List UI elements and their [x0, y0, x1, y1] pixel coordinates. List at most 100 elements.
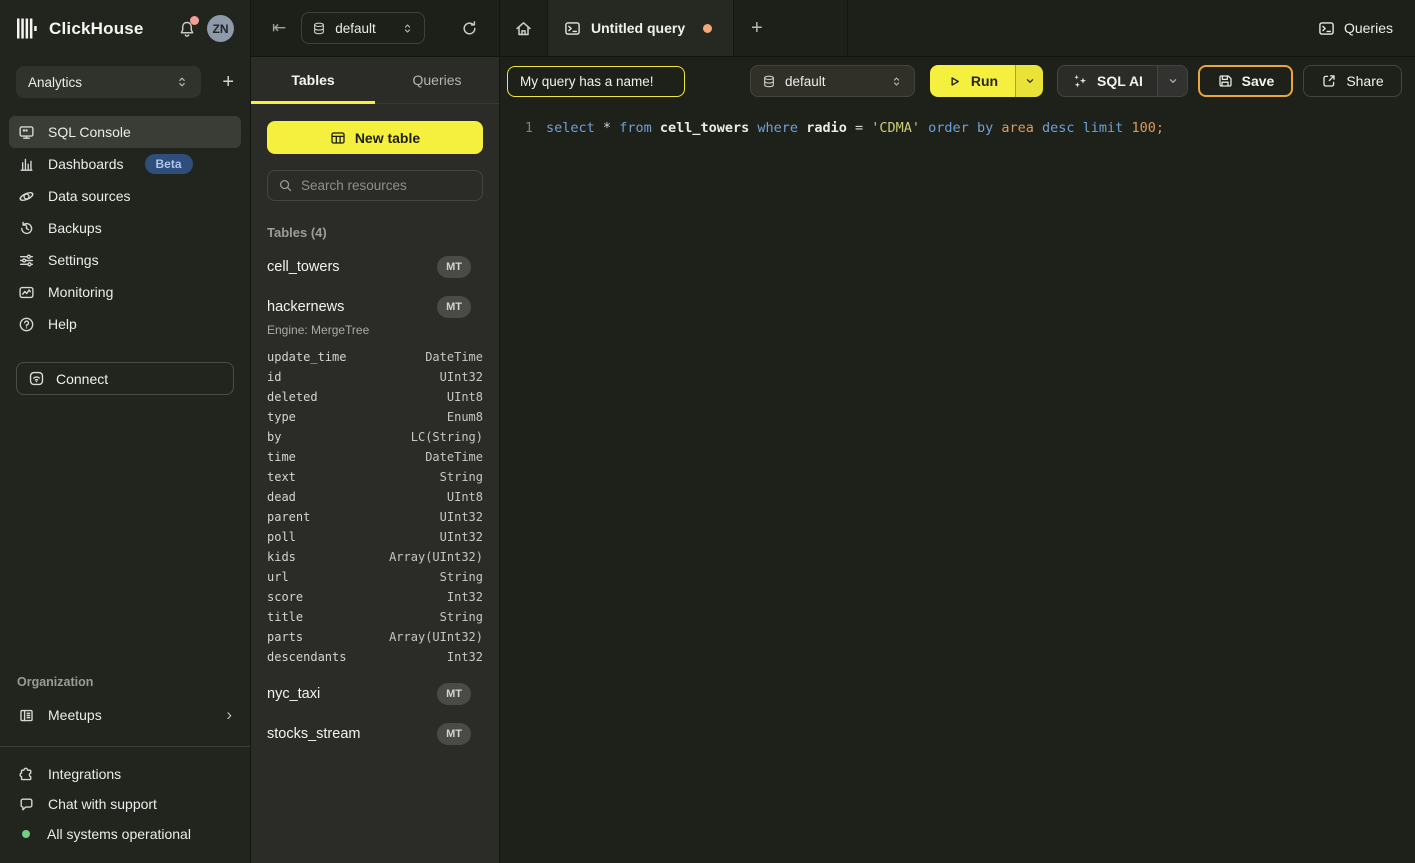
run-options-button[interactable] — [1015, 65, 1043, 97]
engine-badge: MT — [437, 683, 471, 705]
column-name: dead — [267, 490, 296, 504]
sidebar-item-label: Data sources — [48, 188, 130, 204]
table-row-cell-towers[interactable]: cell_towersMT — [267, 253, 483, 280]
table-row-nyc-taxi[interactable]: nyc_taxiMT — [267, 680, 483, 707]
footer-item-integrations[interactable]: Integrations — [9, 759, 241, 789]
column-row: byLC(String) — [267, 427, 483, 447]
tab-queries[interactable]: Queries — [375, 57, 499, 103]
terminal-icon — [1318, 20, 1335, 37]
code-line: select * from cell_towers where radio = … — [546, 120, 1164, 863]
column-row: parentUInt32 — [267, 507, 483, 527]
toolbar-database-value: default — [785, 74, 826, 89]
tab-tables[interactable]: Tables — [251, 57, 375, 103]
toolbar-right-group: default Run — [750, 65, 1402, 97]
main-topbar: Untitled query + Queries — [500, 0, 1415, 57]
sql-console-icon — [18, 124, 35, 141]
sql-ai-options-button[interactable] — [1157, 66, 1187, 96]
sidebar-item-sql-console[interactable]: SQL Console — [9, 116, 241, 148]
table-name: cell_towers — [267, 259, 340, 275]
org-item-label: Meetups — [48, 707, 102, 723]
column-type: UInt8 — [447, 490, 483, 504]
column-row: timeDateTime — [267, 447, 483, 467]
notifications-bell-button[interactable] — [176, 18, 198, 40]
sidebar-item-label: Monitoring — [48, 284, 113, 300]
column-name: kids — [267, 550, 296, 564]
code-token: cell_towers — [660, 120, 749, 136]
sidebar-item-monitoring[interactable]: Monitoring — [9, 276, 241, 308]
table-row-stocks-stream[interactable]: stocks_streamMT — [267, 720, 483, 747]
sidebar-item-label: SQL Console — [48, 124, 131, 140]
plus-icon: + — [751, 18, 763, 38]
query-name-input[interactable] — [507, 66, 685, 97]
save-icon — [1217, 73, 1233, 89]
column-name: deleted — [267, 390, 318, 404]
database-icon — [762, 74, 776, 89]
sidebar-item-dashboards[interactable]: DashboardsBeta — [9, 148, 241, 180]
footer-nav: Integrations Chat with supportAll systems… — [9, 759, 241, 849]
connect-button[interactable]: Connect — [16, 362, 234, 395]
code-token: 'CDMA' — [871, 120, 920, 136]
column-name: time — [267, 450, 296, 464]
chevron-updown-icon — [890, 74, 903, 89]
column-type: Int32 — [447, 650, 483, 664]
share-icon — [1321, 73, 1337, 89]
organization-section: Organization Meetups› IntegrationsChat w… — [0, 675, 250, 863]
code-token: order — [928, 120, 969, 136]
dashboards-icon — [18, 156, 35, 173]
table-row-hackernews[interactable]: hackernewsMT — [267, 293, 483, 320]
column-row: pollUInt32 — [267, 527, 483, 547]
save-button[interactable]: Save — [1198, 65, 1293, 97]
code-token: radio — [806, 120, 847, 136]
footer-item-label: Integrations — [48, 766, 121, 782]
settings-icon — [18, 252, 35, 269]
code-token: by — [977, 120, 993, 136]
help-icon — [18, 316, 35, 333]
run-button[interactable]: Run — [930, 65, 1015, 97]
column-row: kids Array(UInt32) — [267, 547, 483, 567]
search-resources-input[interactable] — [301, 178, 472, 193]
column-type: Array(UInt32) — [389, 550, 483, 564]
sidebar-item-label: Settings — [48, 252, 99, 268]
workspace-select[interactable]: Analytics — [16, 66, 201, 98]
sidebar-item-label: Backups — [48, 220, 102, 236]
query-tab[interactable]: Untitled query — [548, 0, 734, 56]
column-type: DateTime — [425, 350, 483, 364]
home-button[interactable] — [500, 0, 548, 56]
code-token: desc — [1042, 120, 1075, 136]
sidebar-item-data-sources[interactable]: Data sources — [9, 180, 241, 212]
queries-button[interactable]: Queries — [1318, 0, 1393, 56]
integrations-icon — [18, 766, 35, 783]
sidebar-item-label: Help — [48, 316, 77, 332]
avatar[interactable]: ZN — [207, 15, 234, 42]
sidebar-item-help[interactable]: Help — [9, 308, 241, 340]
collapse-panel-button[interactable]: ⇤ — [272, 18, 286, 38]
new-table-button[interactable]: New table — [267, 121, 483, 154]
sidebar-item-settings[interactable]: Settings — [9, 244, 241, 276]
column-name: by — [267, 430, 281, 444]
column-type: String — [440, 610, 483, 624]
explorer-database-select[interactable]: default — [301, 12, 425, 44]
new-tab-button[interactable]: + — [734, 0, 848, 56]
sql-editor[interactable]: 1 select * from cell_towers where radio … — [500, 105, 1415, 863]
database-icon — [312, 21, 326, 36]
org-item-meetups[interactable]: Meetups› — [9, 699, 241, 731]
footer-item-chat-with-support[interactable]: Chat with support — [9, 789, 241, 819]
sql-ai-button[interactable]: SQL AI — [1058, 66, 1157, 96]
footer-item-all-systems-operational[interactable]: All systems operational — [9, 819, 241, 849]
toolbar-database-select[interactable]: default — [750, 65, 915, 97]
add-workspace-button[interactable]: + — [222, 72, 234, 92]
new-table-label: New table — [355, 130, 420, 146]
refresh-button[interactable] — [461, 20, 478, 37]
table-name: stocks_stream — [267, 726, 360, 742]
share-button[interactable]: Share — [1303, 65, 1402, 97]
line-number: 1 — [500, 120, 533, 863]
column-type: Array(UInt32) — [389, 630, 483, 644]
column-name: descendants — [267, 650, 346, 664]
chevron-down-icon — [1024, 75, 1036, 87]
column-row: deletedUInt8 — [267, 387, 483, 407]
search-icon — [278, 178, 293, 193]
code-token: * — [603, 120, 611, 136]
sidebar-item-backups[interactable]: Backups — [9, 212, 241, 244]
code-token: select — [546, 120, 595, 136]
meetups-icon — [18, 707, 35, 724]
